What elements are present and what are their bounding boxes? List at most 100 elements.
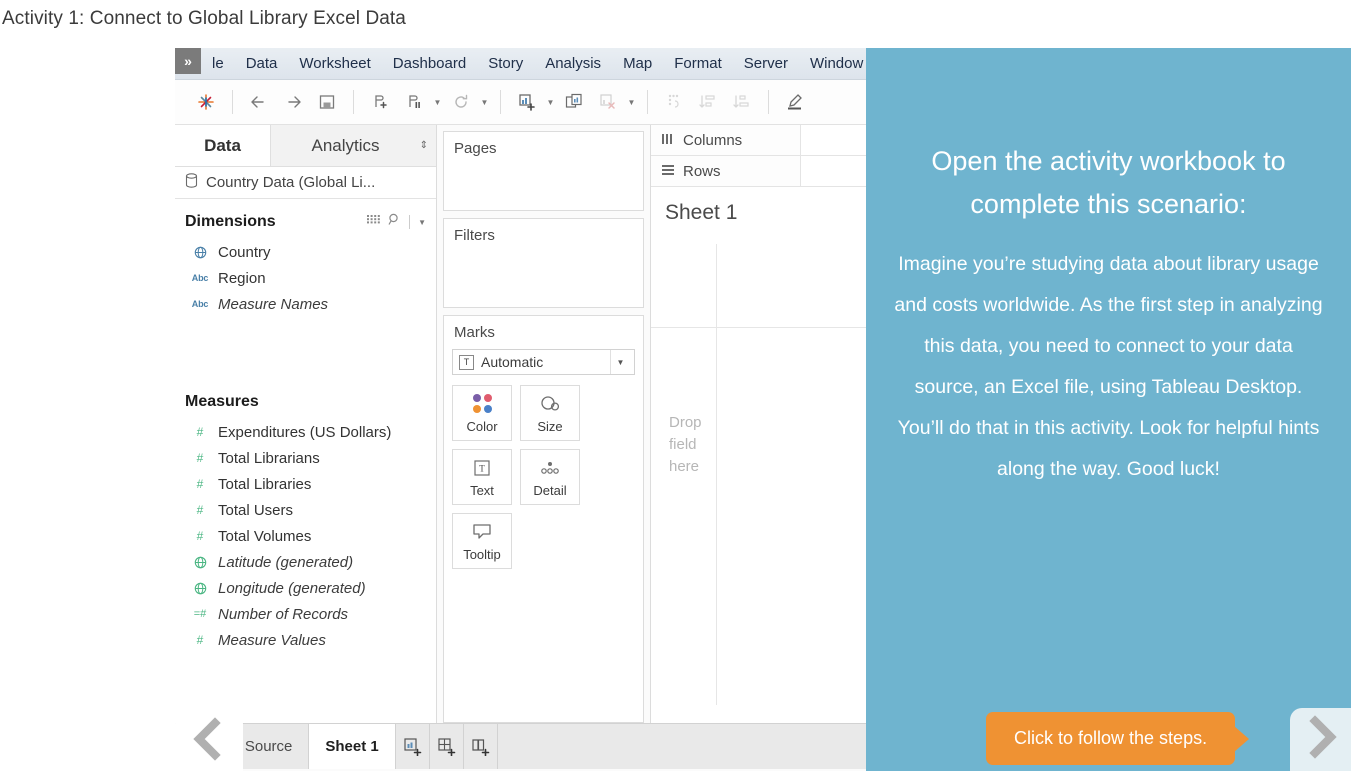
abc-icon: Abc [191, 273, 209, 283]
detail-dots-icon [538, 457, 562, 479]
forward-arrow-icon[interactable] [276, 85, 310, 119]
menu-overflow-icon[interactable]: » [175, 48, 201, 74]
data-source-row[interactable]: Country Data (Global Li... [175, 167, 436, 199]
globe-icon [191, 246, 209, 259]
new-dashboard-icon[interactable] [430, 724, 464, 769]
screen-root: Activity 1: Connect to Global Library Ex… [0, 0, 1351, 771]
dimension-field-measure-names[interactable]: Abc Measure Names [175, 291, 436, 317]
menu-item-analysis[interactable]: Analysis [534, 53, 612, 74]
next-nav-panel[interactable] [1290, 708, 1351, 771]
tableau-logo-icon[interactable] [189, 85, 223, 119]
grid-view-icon[interactable] [367, 213, 380, 231]
swap-rows-columns-icon[interactable] [657, 85, 691, 119]
menu-item-dashboard[interactable]: Dashboard [382, 53, 477, 74]
canvas-vertical-divider [716, 244, 717, 705]
new-worksheet-caret-icon[interactable]: ▼ [544, 85, 557, 119]
duplicate-sheet-icon[interactable] [557, 85, 591, 119]
marks-text-button[interactable]: T Text [452, 449, 512, 505]
tab-data[interactable]: Data [175, 125, 270, 166]
chevron-down-icon[interactable]: ▼ [418, 218, 426, 227]
measures-title: Measures [185, 393, 259, 411]
marks-tooltip-button[interactable]: Tooltip [452, 513, 512, 569]
dimension-label: Measure Names [218, 296, 328, 313]
chevron-down-icon[interactable]: ▼ [610, 350, 630, 374]
svg-text:T: T [479, 463, 485, 473]
clear-dropdown-caret-icon[interactable]: ▼ [625, 85, 638, 119]
tab-sheet1[interactable]: Sheet 1 [309, 724, 395, 769]
measure-field-total-users[interactable]: # Total Users [175, 497, 436, 523]
back-arrow-icon[interactable] [242, 85, 276, 119]
new-data-source-icon[interactable] [363, 85, 397, 119]
menu-item-file[interactable]: le [201, 53, 235, 74]
database-cylinder-icon [185, 173, 198, 193]
refresh-dropdown-caret-icon[interactable]: ▼ [478, 85, 491, 119]
menu-item-map[interactable]: Map [612, 53, 663, 74]
marks-detail-button[interactable]: Detail [520, 449, 580, 505]
highlighter-icon[interactable] [778, 85, 812, 119]
sheet-tab-label: Sheet 1 [325, 738, 378, 755]
filters-card[interactable]: Filters [443, 218, 644, 308]
measure-field-total-volumes[interactable]: # Total Volumes [175, 523, 436, 549]
menu-item-server[interactable]: Server [733, 53, 799, 74]
click-to-follow-steps-button[interactable]: Click to follow the steps. [986, 712, 1235, 765]
refresh-data-source-icon[interactable] [444, 85, 478, 119]
tab-analytics[interactable]: Analytics ⇕ [270, 125, 436, 166]
new-worksheet-icon[interactable] [510, 85, 544, 119]
measure-field-expenditures[interactable]: # Expenditures (US Dollars) [175, 419, 436, 445]
measure-field-total-librarians[interactable]: # Total Librarians [175, 445, 436, 471]
dimension-field-country[interactable]: Country [175, 239, 436, 265]
marks-color-label: Color [466, 419, 497, 434]
hash-icon: # [191, 477, 209, 491]
menu-item-format[interactable]: Format [663, 53, 733, 74]
marks-color-button[interactable]: Color [452, 385, 512, 441]
marks-type-dropdown[interactable]: T Automatic ▼ [452, 349, 635, 375]
marks-card: Marks T Automatic ▼ Color [443, 315, 644, 723]
tab-analytics-label: Analytics [311, 136, 379, 156]
search-icon[interactable] [388, 213, 401, 231]
hash-icon: # [191, 425, 209, 439]
measure-label: Total Librarians [218, 450, 320, 467]
measures-header: Measures [175, 385, 436, 419]
pause-dropdown-caret-icon[interactable]: ▼ [431, 85, 444, 119]
pause-auto-updates-icon[interactable] [397, 85, 431, 119]
new-story-icon[interactable] [464, 724, 498, 769]
marks-detail-label: Detail [533, 483, 566, 498]
menu-item-worksheet[interactable]: Worksheet [288, 53, 381, 74]
menu-item-story[interactable]: Story [477, 53, 534, 74]
dimension-field-region[interactable]: Abc Region [175, 265, 436, 291]
sort-ascending-icon[interactable] [691, 85, 725, 119]
menu-item-data[interactable]: Data [235, 53, 289, 74]
sheet-title: Sheet 1 [665, 201, 737, 225]
measure-label: Total Libraries [218, 476, 311, 493]
dimensions-header: Dimensions ▼ [175, 205, 436, 239]
pane-resize-icon[interactable]: ⇕ [420, 141, 428, 151]
clear-sheet-icon[interactable] [591, 85, 625, 119]
save-icon[interactable] [310, 85, 344, 119]
new-worksheet-icon[interactable] [396, 724, 430, 769]
shelf-cards-column: Pages Filters Marks T Automatic ▼ [437, 125, 651, 723]
columns-label-text: Columns [683, 132, 742, 149]
overlay-title: Open the activity workbook to complete t… [909, 140, 1309, 226]
page-title: Activity 1: Connect to Global Library Ex… [2, 8, 406, 30]
pane-spacer [175, 317, 436, 379]
text-mark-icon: T [459, 355, 474, 370]
measure-field-number-of-records[interactable]: =# Number of Records [175, 601, 436, 627]
measure-field-total-libraries[interactable]: # Total Libraries [175, 471, 436, 497]
sort-descending-icon[interactable] [725, 85, 759, 119]
menu-item-window[interactable]: Window [799, 53, 874, 74]
chevron-left-icon[interactable] [190, 717, 228, 766]
measure-field-longitude[interactable]: Longitude (generated) [175, 575, 436, 601]
measure-field-latitude[interactable]: Latitude (generated) [175, 549, 436, 575]
data-pane: Data Analytics ⇕ Country Data (Global Li… [175, 125, 437, 723]
toolbar-divider [232, 90, 233, 114]
marks-size-button[interactable]: Size [520, 385, 580, 441]
chevron-right-icon[interactable] [1302, 715, 1340, 764]
measure-field-measure-values[interactable]: # Measure Values [175, 627, 436, 653]
pages-card[interactable]: Pages [443, 131, 644, 211]
previous-nav-panel[interactable] [175, 712, 243, 771]
size-circles-icon [539, 393, 561, 415]
marks-tooltip-label: Tooltip [463, 547, 501, 562]
marks-card-title: Marks [444, 316, 643, 345]
hash-icon: # [191, 633, 209, 647]
dimensions-list: Country Abc Region Abc Measure Names [175, 239, 436, 317]
